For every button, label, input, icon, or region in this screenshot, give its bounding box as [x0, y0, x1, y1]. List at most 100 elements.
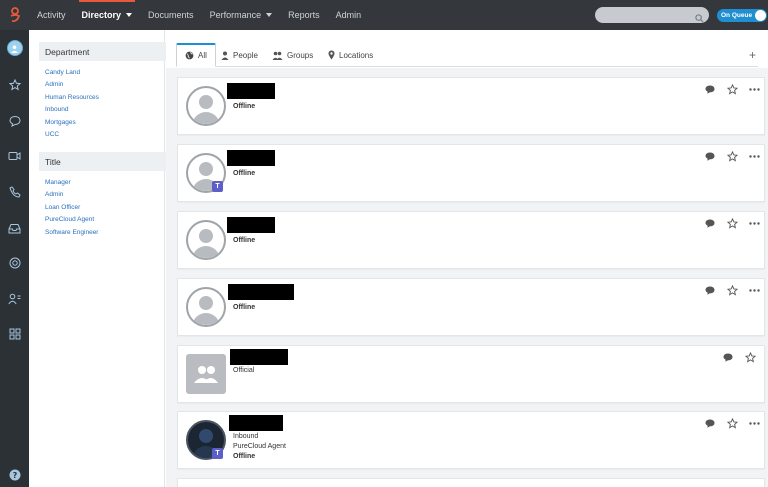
- title-label: PureCloud Agent: [233, 443, 286, 450]
- chat-icon[interactable]: [704, 417, 716, 429]
- filter-item-candy-land[interactable]: Candy Land6: [45, 66, 182, 79]
- star-icon[interactable]: [726, 83, 738, 95]
- tab-people-label: People: [233, 50, 258, 60]
- top-navigation-bar: Activity Directory Documents Performance…: [0, 0, 768, 30]
- directory-card[interactable]: T Inbound PureCloud Agent Offline: [177, 411, 765, 469]
- chat-icon[interactable]: [704, 284, 716, 296]
- filter-item-human-resources[interactable]: Human Resources1: [45, 91, 182, 104]
- more-icon[interactable]: [748, 217, 760, 229]
- star-icon[interactable]: [726, 217, 738, 229]
- directory-card[interactable]: T Offline: [177, 144, 765, 202]
- lifebuoy-icon[interactable]: [0, 251, 29, 275]
- filter-item-manager[interactable]: Manager7: [45, 176, 182, 189]
- card-actions: [704, 284, 760, 296]
- people-icon: [272, 51, 283, 60]
- filter-item-mortgages[interactable]: Mortgages1: [45, 116, 182, 129]
- filter-item-label: Candy Land: [45, 68, 81, 76]
- directory-card[interactable]: Offline: [177, 77, 765, 135]
- presence-status: Offline: [233, 237, 256, 244]
- presence-status: Offline: [233, 453, 256, 460]
- nav-performance-label: Performance: [209, 10, 262, 20]
- more-icon[interactable]: [748, 284, 760, 296]
- group-type: Official: [233, 367, 255, 374]
- video-icon[interactable]: [0, 144, 29, 168]
- card-actions: [704, 83, 760, 95]
- search-input[interactable]: [603, 9, 691, 21]
- filter-item-loan-officer[interactable]: Loan Officer1: [45, 201, 182, 214]
- more-icon[interactable]: [748, 150, 760, 162]
- filter-item-admin[interactable]: Admin1: [45, 79, 182, 92]
- title-filter-list: Manager7 Admin1 Loan Officer1 PureCloud …: [45, 176, 182, 239]
- contact-queue-icon[interactable]: [0, 287, 29, 311]
- star-icon[interactable]: [0, 73, 29, 97]
- avatar: [186, 220, 226, 260]
- tab-groups[interactable]: Groups: [264, 43, 321, 67]
- main-nav: Activity Directory Documents Performance…: [29, 0, 369, 30]
- help-icon[interactable]: ?: [0, 463, 29, 487]
- nav-admin[interactable]: Admin: [328, 0, 370, 30]
- user-avatar[interactable]: [0, 36, 29, 60]
- on-queue-toggle[interactable]: On Queue: [717, 9, 767, 22]
- tab-all[interactable]: All: [176, 43, 216, 67]
- presence-status: Offline: [233, 170, 256, 177]
- filter-item-software-engineer[interactable]: Software Engineer1: [45, 226, 182, 239]
- chat-icon[interactable]: [704, 83, 716, 95]
- star-icon[interactable]: [726, 284, 738, 296]
- nav-admin-label: Admin: [335, 10, 362, 20]
- card-actions: [722, 351, 756, 363]
- filter-panel: Department Candy Land6 Admin1 Human Reso…: [29, 30, 183, 487]
- star-icon[interactable]: [726, 417, 738, 429]
- star-icon[interactable]: [726, 150, 738, 162]
- directory-card[interactable]: Official: [177, 345, 765, 403]
- nav-reports-label: Reports: [288, 10, 320, 20]
- filter-item-label: Software Engineer: [45, 228, 99, 236]
- nav-performance[interactable]: Performance: [202, 0, 281, 30]
- chat-icon[interactable]: [722, 351, 734, 363]
- presence-status: Offline: [233, 304, 256, 311]
- department-filter-header[interactable]: Department: [39, 42, 183, 61]
- filter-item-inbound[interactable]: Inbound1: [45, 104, 182, 117]
- card-actions: [704, 150, 760, 162]
- title-filter-title: Title: [45, 156, 61, 167]
- filter-item-ucc[interactable]: UCC1: [45, 129, 182, 142]
- nav-documents[interactable]: Documents: [140, 0, 202, 30]
- nav-activity[interactable]: Activity: [29, 0, 74, 30]
- tab-locations[interactable]: Locations: [320, 43, 381, 67]
- chevron-down-icon: [266, 13, 273, 17]
- phone-icon[interactable]: [0, 180, 29, 204]
- on-queue-label: On Queue: [721, 12, 753, 19]
- directory-card[interactable]: Offline: [177, 211, 765, 269]
- redacted-name: [227, 217, 275, 233]
- toggle-knob: [755, 10, 766, 21]
- search-icon[interactable]: [695, 10, 704, 28]
- more-icon[interactable]: [748, 83, 760, 95]
- directory-card[interactable]: [177, 478, 765, 487]
- tab-groups-label: Groups: [287, 50, 314, 60]
- chat-icon[interactable]: [0, 109, 29, 133]
- redacted-name: [227, 83, 275, 99]
- add-tab-button[interactable]: +: [749, 48, 756, 62]
- inbox-icon[interactable]: [0, 216, 29, 240]
- redacted-name: [227, 150, 275, 166]
- tab-people[interactable]: People: [213, 43, 266, 67]
- filter-item-label: Mortgages: [45, 118, 76, 126]
- more-icon[interactable]: [748, 417, 760, 429]
- avatar: [186, 86, 226, 126]
- redacted-name: [230, 349, 288, 365]
- title-filter-header[interactable]: Title: [39, 152, 183, 171]
- filter-item-label: Human Resources: [45, 93, 99, 101]
- apps-icon[interactable]: [0, 322, 29, 346]
- card-actions: [704, 417, 760, 429]
- nav-reports[interactable]: Reports: [280, 0, 328, 30]
- filter-item-purecloud-agent[interactable]: PureCloud Agent1: [45, 214, 182, 227]
- chat-icon[interactable]: [704, 150, 716, 162]
- pin-icon: [328, 50, 335, 60]
- filter-item-admin[interactable]: Admin1: [45, 189, 182, 202]
- star-icon[interactable]: [744, 351, 756, 363]
- teams-icon: T: [212, 448, 223, 459]
- directory-card[interactable]: Offline: [177, 278, 765, 336]
- genesys-logo-icon[interactable]: [0, 0, 29, 30]
- nav-directory[interactable]: Directory: [74, 0, 141, 30]
- nav-directory-label: Directory: [81, 10, 122, 20]
- chat-icon[interactable]: [704, 217, 716, 229]
